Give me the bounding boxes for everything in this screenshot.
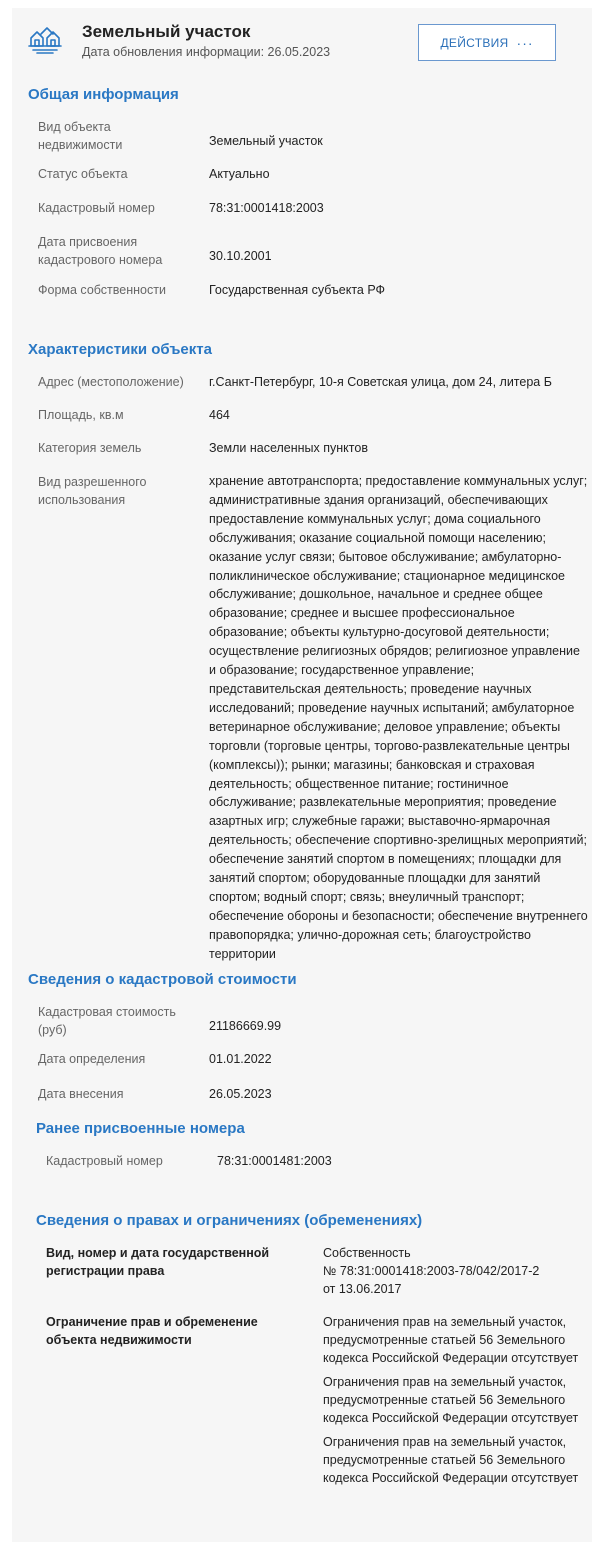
label-area: Площадь, кв.м	[38, 408, 124, 422]
value-previous-cadastral-number[interactable]: 78:31:0001481:2003	[217, 1152, 332, 1170]
label-restrictions: Ограничение прав и обременение объекта н…	[46, 1315, 258, 1347]
value-ownership-form: Государственная субъекта РФ	[209, 283, 386, 297]
section-title-rights: Сведения о правах и ограничениях (обреме…	[36, 1212, 423, 1229]
restrictions-list: Ограничения прав на земельный участок, п…	[323, 1313, 583, 1487]
value-permitted-use: хранение автотранспорта; предоставление …	[209, 474, 588, 961]
land-plot-icon	[28, 24, 62, 54]
label-entry-date: Дата внесения	[38, 1087, 124, 1101]
restriction-item: Ограничения прав на земельный участок, п…	[323, 1375, 579, 1425]
label-land-category: Категория земель	[38, 441, 142, 455]
section-title-characteristics: Характеристики объекта	[28, 341, 212, 358]
value-cadastral-number[interactable]: 78:31:0001418:2003	[209, 199, 324, 217]
value-status: Актуально	[209, 167, 270, 181]
restriction-item: Ограничения прав на земельный участок, п…	[323, 1315, 579, 1365]
label-cadastral-number: Кадастровый номер	[38, 201, 155, 215]
update-date: Дата обновления информации: 26.05.2023	[82, 45, 331, 59]
value-determination-date: 01.01.2022	[209, 1052, 272, 1066]
value-cadastral-cost: 21186669.99	[209, 1019, 282, 1033]
value-object-type: Земельный участок	[209, 134, 323, 148]
more-dots-icon: ···	[516, 34, 534, 51]
label-permitted-use: Вид разрешенного использования	[38, 475, 147, 507]
value-area: 464	[209, 408, 230, 422]
registration-type: Собственность	[323, 1246, 411, 1260]
value-assign-date: 30.10.2001	[209, 249, 272, 263]
label-cadastral-cost: Кадастровая стоимость (руб)	[38, 1005, 176, 1037]
registration-number: № 78:31:0001418:2003-78/042/2017-2	[323, 1264, 540, 1278]
label-ownership-form: Форма собственности	[38, 283, 166, 297]
registration-date: от 13.06.2017	[323, 1282, 402, 1296]
label-previous-cadastral-number: Кадастровый номер	[46, 1154, 163, 1168]
actions-button[interactable]: ДЕЙСТВИЯ ···	[418, 24, 556, 61]
value-entry-date: 26.05.2023	[209, 1087, 272, 1101]
label-object-type: Вид объекта недвижимости	[38, 120, 123, 152]
page-title: Земельный участок	[82, 22, 251, 41]
label-status: Статус объекта	[38, 167, 128, 181]
value-address: г.Санкт-Петербург, 10-я Советская улица,…	[209, 375, 552, 389]
section-title-general: Общая информация	[28, 86, 179, 103]
value-land-category: Земли населенных пунктов	[209, 441, 368, 455]
label-determination-date: Дата определения	[38, 1052, 146, 1066]
section-title-cadastral-cost: Сведения о кадастровой стоимости	[28, 971, 297, 988]
label-address: Адрес (местоположение)	[38, 375, 184, 389]
label-registration: Вид, номер и дата государственной регист…	[46, 1246, 270, 1278]
value-registration: Собственность № 78:31:0001418:2003-78/04…	[323, 1244, 583, 1298]
restriction-item: Ограничения прав на земельный участок, п…	[323, 1435, 579, 1485]
section-title-previous-numbers: Ранее присвоенные номера	[36, 1120, 245, 1137]
actions-label: ДЕЙСТВИЯ	[440, 35, 509, 50]
label-assign-date: Дата присвоения кадастрового номера	[38, 235, 163, 267]
